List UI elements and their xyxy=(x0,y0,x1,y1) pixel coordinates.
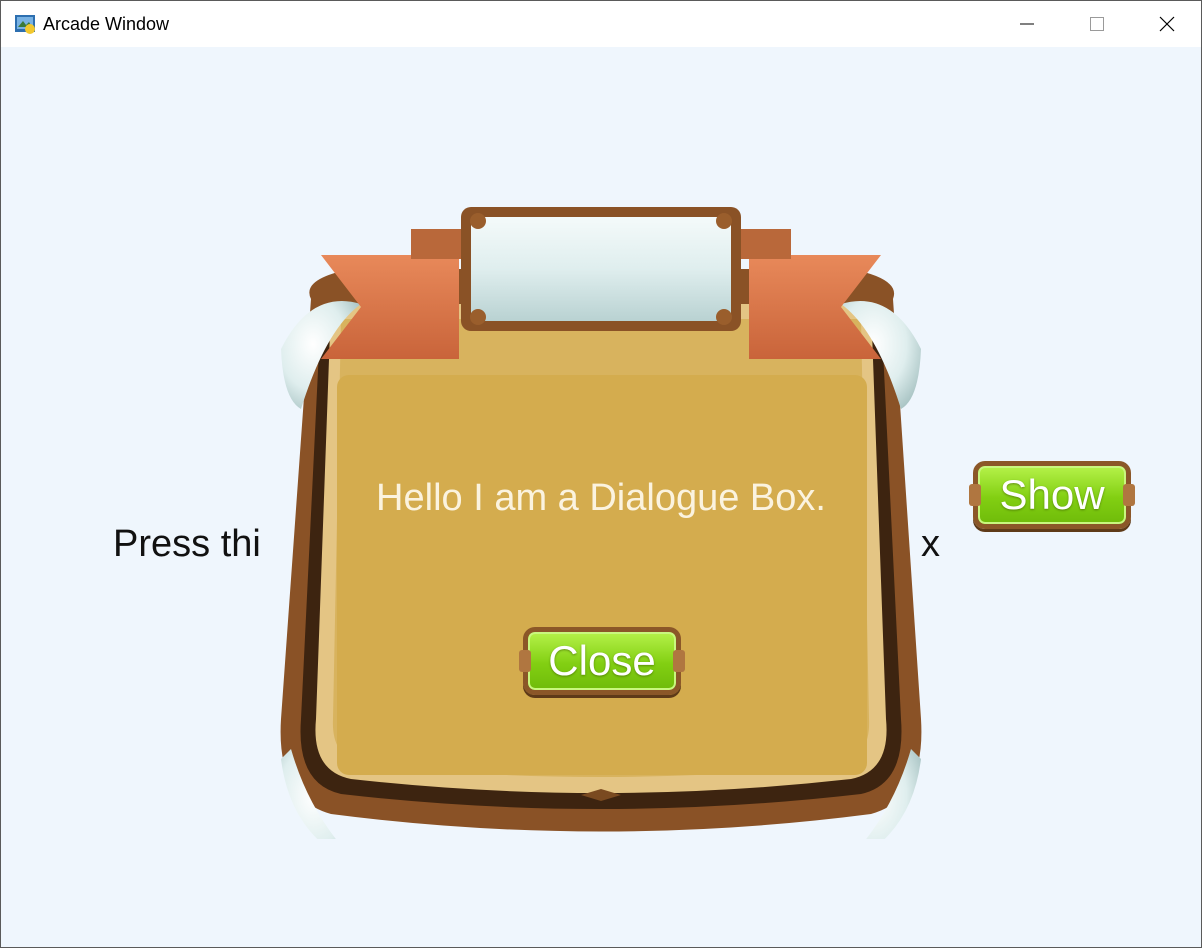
close-button-label: Close xyxy=(548,637,656,684)
arcade-window: Arcade Window Press thi x Show Hello I a… xyxy=(0,0,1202,948)
button-cap-right xyxy=(1123,484,1135,506)
maximize-button[interactable] xyxy=(1062,1,1132,47)
show-button[interactable]: Show xyxy=(969,461,1135,529)
title-bar[interactable]: Arcade Window xyxy=(1,1,1201,47)
show-button-label: Show xyxy=(999,471,1105,518)
button-cap-left xyxy=(519,650,531,672)
game-canvas[interactable]: Press thi x Show Hello I am a Dialogue B… xyxy=(1,47,1201,947)
maximize-icon xyxy=(1090,17,1104,31)
prompt-label-start: Press thi xyxy=(113,523,261,565)
close-window-button[interactable] xyxy=(1132,1,1201,47)
button-cap-left xyxy=(969,484,981,506)
minimize-icon xyxy=(1020,23,1034,25)
python-app-icon xyxy=(15,15,35,34)
header-plate-glass xyxy=(471,217,731,321)
button-cap-right xyxy=(673,650,685,672)
close-icon xyxy=(1159,16,1175,32)
dialog-panel xyxy=(337,375,867,775)
minimize-button[interactable] xyxy=(992,1,1062,47)
dialog-message: Hello I am a Dialogue Box. xyxy=(376,477,826,519)
window-title: Arcade Window xyxy=(43,14,170,34)
dialog-close-button[interactable]: Close xyxy=(519,627,685,695)
